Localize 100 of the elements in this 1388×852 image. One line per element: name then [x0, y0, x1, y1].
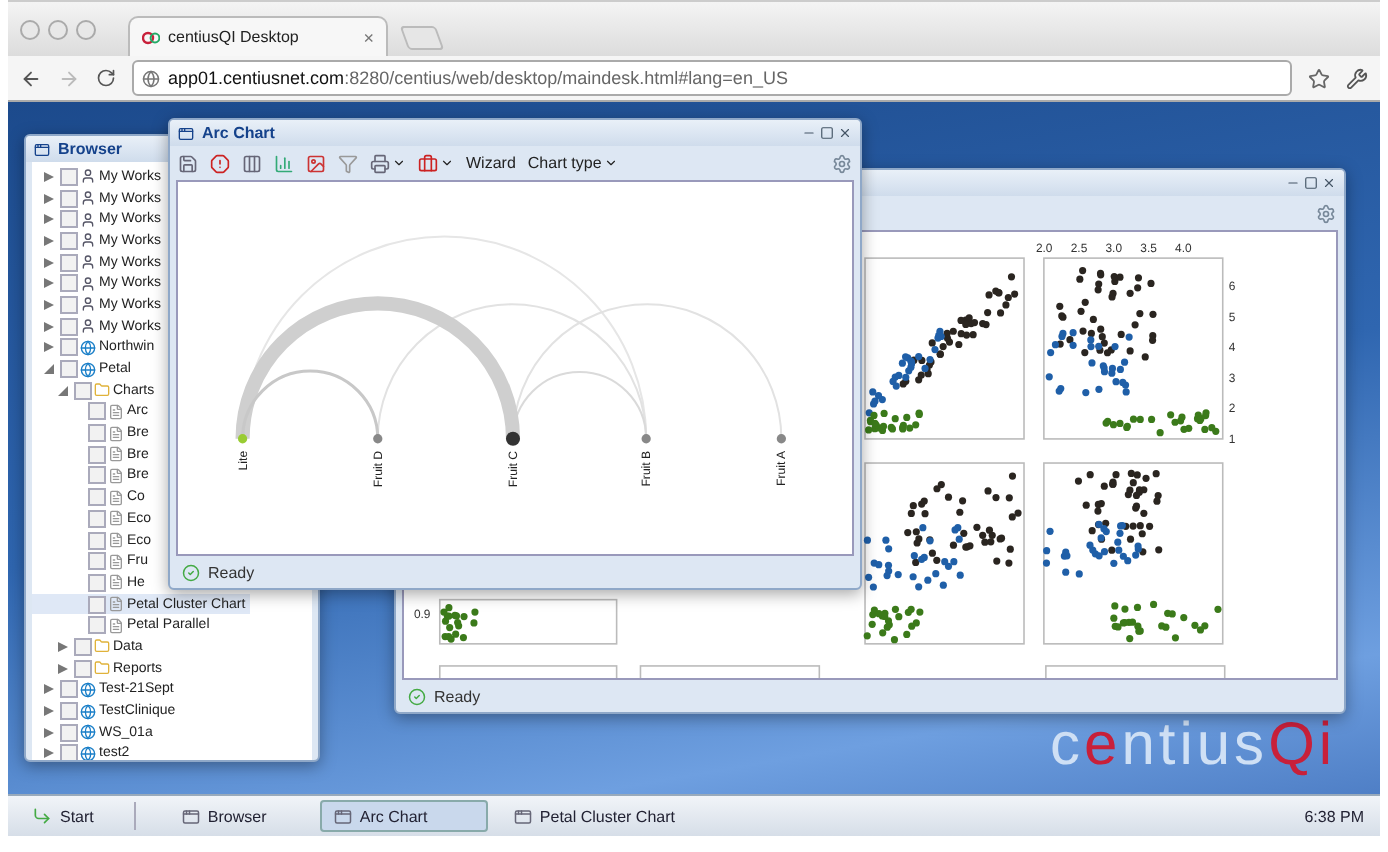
- document-icon: [108, 467, 124, 484]
- minimize-icon[interactable]: [802, 126, 816, 140]
- back-icon[interactable]: [20, 67, 42, 89]
- alert-icon[interactable]: [210, 153, 230, 173]
- expander-icon[interactable]: [44, 684, 54, 695]
- checkbox[interactable]: [59, 723, 77, 742]
- checkbox[interactable]: [87, 552, 105, 571]
- document-icon: [108, 617, 124, 634]
- document-icon: [108, 446, 124, 463]
- globe-icon: [142, 69, 160, 87]
- checkbox[interactable]: [87, 488, 105, 507]
- checkbox[interactable]: [59, 702, 77, 721]
- taskbar-button[interactable]: Petal Cluster Chart: [499, 800, 689, 832]
- toolbox-menu[interactable]: [418, 153, 454, 173]
- checkbox[interactable]: [73, 659, 91, 678]
- checkbox[interactable]: [87, 616, 105, 635]
- checkbox[interactable]: [73, 637, 91, 656]
- checkbox[interactable]: [59, 210, 77, 229]
- checkbox[interactable]: [59, 231, 77, 250]
- expander-icon[interactable]: [44, 299, 54, 310]
- expander-icon[interactable]: [44, 727, 54, 738]
- status-text: Ready: [208, 563, 255, 581]
- checkbox[interactable]: [59, 295, 77, 314]
- start-button[interactable]: Start: [24, 800, 102, 832]
- reload-icon[interactable]: [96, 68, 116, 88]
- new-tab-button[interactable]: [399, 26, 445, 50]
- picture-icon[interactable]: [306, 153, 326, 173]
- expander-icon[interactable]: [44, 321, 54, 332]
- person-icon: [80, 275, 96, 292]
- wizard-button[interactable]: Wizard: [466, 154, 516, 172]
- expander-icon[interactable]: [44, 257, 54, 268]
- expander-icon[interactable]: [58, 663, 68, 674]
- document-icon: [108, 403, 124, 420]
- minimize-icon[interactable]: [1286, 176, 1300, 190]
- taskbar-button[interactable]: Browser: [167, 800, 308, 832]
- expander-icon[interactable]: [44, 342, 54, 353]
- checkbox[interactable]: [59, 360, 77, 379]
- globe-icon: [80, 361, 96, 378]
- globe-icon: [80, 703, 96, 720]
- caret-icon: [392, 156, 406, 170]
- window-close-button[interactable]: [20, 19, 40, 39]
- checkbox[interactable]: [87, 595, 105, 614]
- maximize-icon[interactable]: [1304, 176, 1318, 190]
- print-menu[interactable]: [370, 153, 406, 173]
- document-icon: [108, 532, 124, 549]
- checkbox[interactable]: [59, 317, 77, 336]
- expander-icon[interactable]: [44, 706, 54, 717]
- expander-icon[interactable]: [58, 641, 68, 652]
- settings-icon[interactable]: [1316, 203, 1336, 223]
- expander-icon[interactable]: [44, 748, 54, 759]
- browser-tab[interactable]: centiusQI Desktop ×: [128, 16, 388, 56]
- tab-close-button[interactable]: ×: [363, 27, 374, 47]
- window-minimize-button[interactable]: [48, 19, 68, 39]
- columns-icon[interactable]: [242, 153, 262, 173]
- address-field[interactable]: app01.centiusnet.com:8280/centius/web/desktop/maindesk.html#lang=en_US: [132, 60, 1292, 96]
- expander-icon[interactable]: [44, 214, 54, 225]
- checkbox[interactable]: [87, 573, 105, 592]
- taskbar-button[interactable]: Arc Chart: [319, 800, 488, 832]
- checkbox[interactable]: [59, 167, 77, 186]
- expander-icon[interactable]: [44, 193, 54, 204]
- status-ok-icon: [182, 563, 200, 581]
- window-icon: [181, 807, 200, 825]
- person-icon: [80, 254, 96, 271]
- checkbox[interactable]: [59, 680, 77, 699]
- checkbox[interactable]: [59, 338, 77, 357]
- checkbox[interactable]: [59, 274, 77, 293]
- window-zoom-button[interactable]: [76, 19, 96, 39]
- window-icon: [333, 807, 352, 825]
- checkbox[interactable]: [73, 381, 91, 400]
- expander-icon[interactable]: [44, 235, 54, 246]
- checkbox[interactable]: [59, 189, 77, 208]
- bookmark-star-icon[interactable]: [1308, 67, 1330, 89]
- close-icon[interactable]: [1322, 176, 1336, 190]
- checkbox[interactable]: [87, 402, 105, 421]
- globe-icon: [80, 339, 96, 356]
- checkbox[interactable]: [87, 531, 105, 550]
- checkbox[interactable]: [87, 424, 105, 443]
- bar-chart-icon[interactable]: [274, 153, 294, 173]
- checkbox[interactable]: [87, 509, 105, 528]
- expander-icon[interactable]: [44, 171, 54, 182]
- funnel-icon[interactable]: [338, 153, 358, 173]
- maximize-icon[interactable]: [820, 126, 834, 140]
- person-icon: [80, 318, 96, 335]
- forward-icon[interactable]: [58, 67, 80, 89]
- expander-icon[interactable]: [44, 278, 54, 289]
- save-icon[interactable]: [178, 153, 198, 173]
- expander-icon[interactable]: [58, 385, 68, 396]
- close-icon[interactable]: [838, 126, 852, 140]
- expander-icon[interactable]: [44, 364, 54, 375]
- settings-icon[interactable]: [832, 153, 852, 173]
- checkbox[interactable]: [87, 445, 105, 464]
- chart-type-menu[interactable]: Chart type: [527, 154, 618, 172]
- document-icon: [108, 574, 124, 591]
- person-icon: [80, 211, 96, 228]
- checkbox[interactable]: [59, 744, 77, 760]
- briefcase-icon: [418, 153, 438, 173]
- checkbox[interactable]: [87, 466, 105, 485]
- settings-icon[interactable]: [1346, 67, 1368, 89]
- folder-icon: [94, 638, 110, 655]
- checkbox[interactable]: [59, 253, 77, 272]
